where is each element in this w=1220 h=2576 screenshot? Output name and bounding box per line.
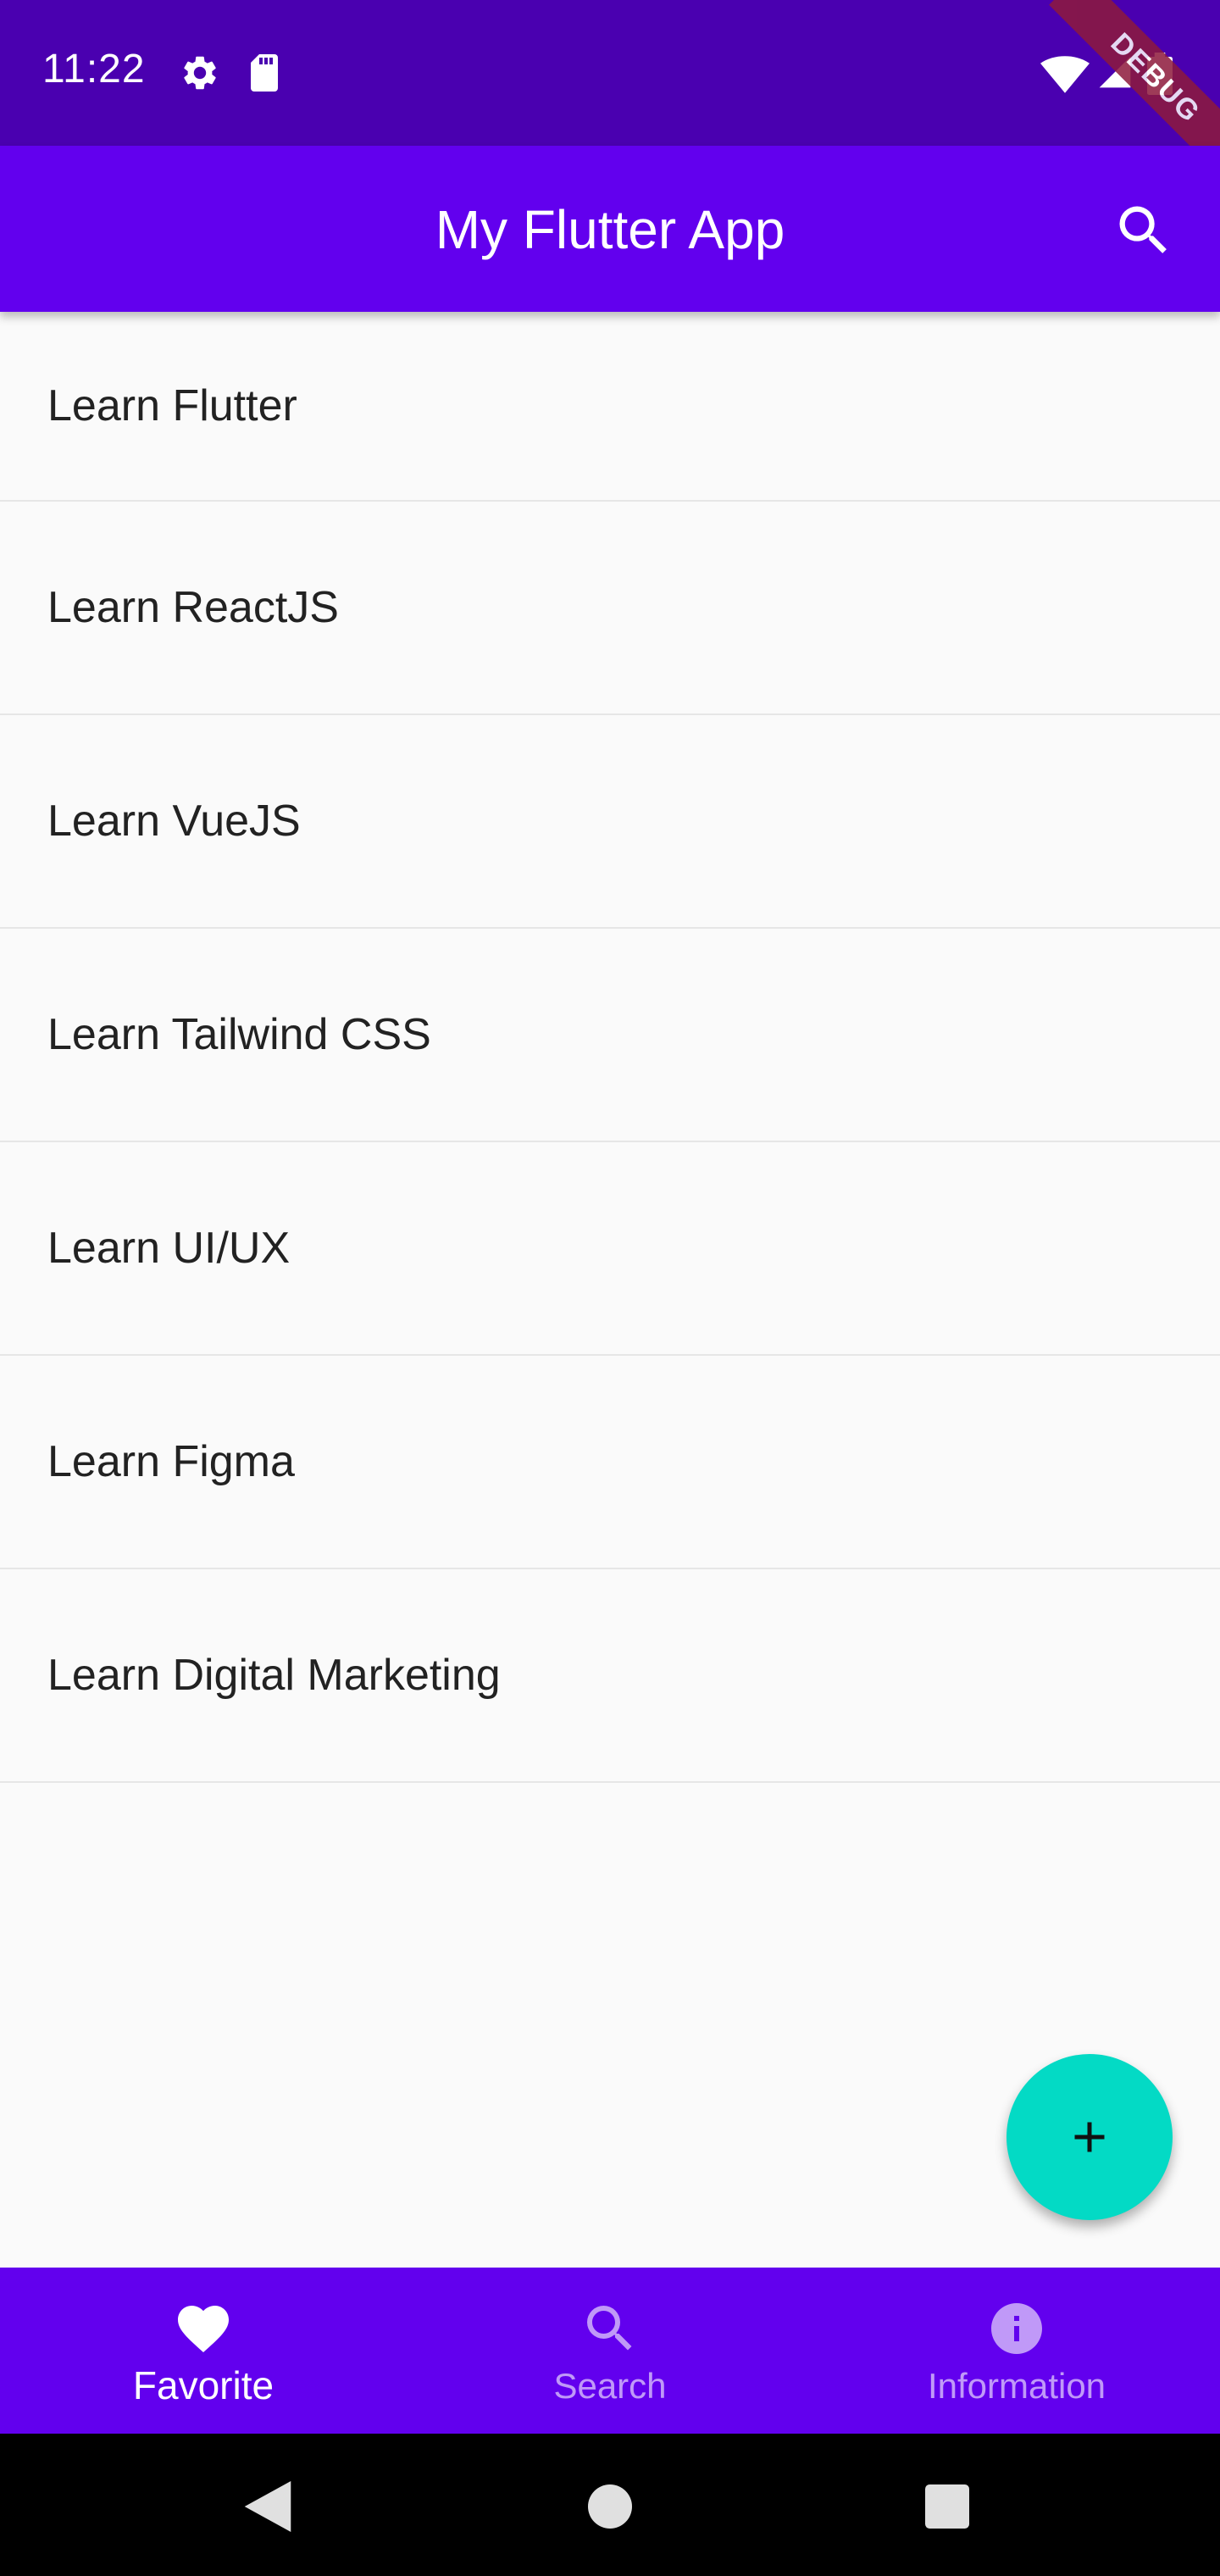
nav-item-search[interactable]: Search [407, 2268, 813, 2434]
app-title: My Flutter App [435, 199, 785, 260]
list-item-label: Learn Digital Marketing [47, 1651, 501, 1700]
nav-label-search: Search [553, 2366, 667, 2406]
list-item-label: Learn UI/UX [47, 1224, 291, 1273]
search-icon [587, 2306, 632, 2351]
nav-label-information: Information [927, 2366, 1106, 2406]
list-item[interactable]: Learn Tailwind CSS [0, 929, 1220, 1142]
list-item[interactable]: Learn Figma [0, 1356, 1220, 1569]
info-icon [991, 2303, 1042, 2354]
list-item-label: Learn ReactJS [47, 583, 339, 632]
list-item[interactable]: Learn UI/UX [0, 1142, 1220, 1356]
status-bar: 11:22 DEBUG [0, 0, 1220, 185]
back-icon[interactable] [244, 2481, 291, 2532]
heart-icon [178, 2306, 229, 2353]
nav-label-favorite: Favorite [132, 2363, 274, 2407]
list-item-label: Learn Tailwind CSS [47, 1010, 431, 1059]
list-item-label: Learn Figma [47, 1437, 295, 1486]
plus-icon [1074, 2122, 1105, 2152]
wifi-icon [1040, 56, 1090, 93]
list-item-label: Learn VueJS [47, 797, 301, 846]
list-item[interactable]: Learn Flutter [0, 312, 1220, 502]
add-button[interactable] [1006, 2054, 1173, 2220]
list-item-label: Learn Flutter [47, 381, 297, 430]
system-nav-bar [0, 2434, 1220, 2576]
app-bar: My Flutter App [0, 146, 1220, 312]
recent-apps-icon[interactable] [925, 2484, 969, 2529]
sd-card-icon [251, 54, 278, 92]
screen: 11:22 DEBUG My Flutter App Learn Flutter [0, 0, 1220, 2576]
list-item[interactable]: Learn ReactJS [0, 502, 1220, 715]
bottom-nav: Favorite Search Information [0, 2268, 1220, 2434]
home-icon[interactable] [588, 2484, 632, 2529]
search-icon[interactable] [1112, 198, 1176, 263]
course-list: Learn Flutter Learn ReactJS Learn VueJS … [0, 312, 1220, 1783]
nav-item-favorite[interactable]: Favorite [0, 2268, 407, 2434]
nav-item-information[interactable]: Information [813, 2268, 1220, 2434]
list-item[interactable]: Learn VueJS [0, 715, 1220, 929]
list-item[interactable]: Learn Digital Marketing [0, 1569, 1220, 1783]
gear-icon [184, 56, 216, 90]
status-time: 11:22 [42, 47, 146, 92]
